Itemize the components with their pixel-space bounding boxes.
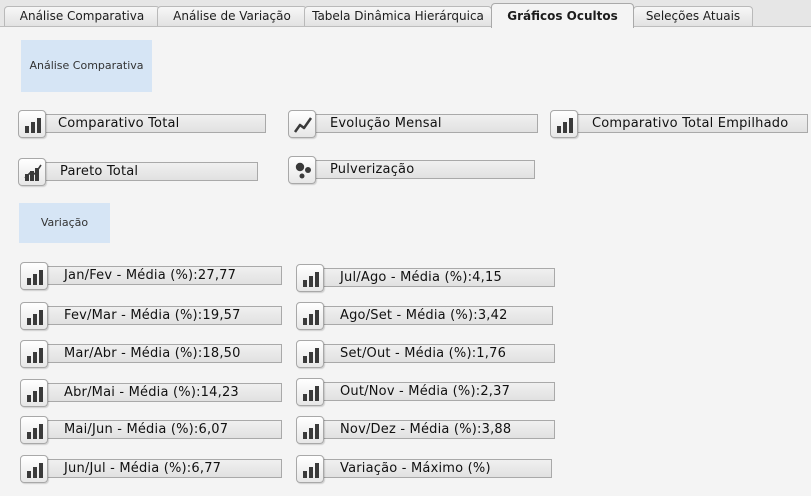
line-chart-icon[interactable] (288, 110, 316, 138)
tab-graficos-ocultos[interactable]: Gráficos Ocultos (491, 3, 634, 28)
bar-chart-icon[interactable] (20, 455, 48, 483)
minimized-chart-nov-dez[interactable]: Nov/Dez - Média (%):3,88 (296, 416, 555, 444)
chart-title: Comparativo Total Empilhado (592, 116, 789, 131)
chart-title: Pareto Total (60, 164, 139, 179)
pareto-chart-icon[interactable] (18, 158, 46, 186)
minimized-chart-mar-abr[interactable]: Mar/Abr - Média (%):18,50 (20, 340, 282, 368)
minimized-chart-set-out[interactable]: Set/Out - Média (%):1,76 (296, 340, 555, 368)
bar-chart-icon[interactable] (296, 378, 324, 406)
minimized-chart-jan-fev[interactable]: Jan/Fev - Média (%):27,77 (20, 262, 282, 290)
tab-tabela-dinamica[interactable]: Tabela Dinâmica Hierárquica (304, 6, 492, 26)
minimized-chart-comparativo-total[interactable]: Comparativo Total (18, 110, 266, 138)
bar-chart-icon[interactable] (20, 340, 48, 368)
chart-title: Abr/Mai - Média (%):14,23 (64, 385, 239, 400)
bar-chart-icon[interactable] (20, 302, 48, 330)
minimized-chart-pareto-total[interactable]: Pareto Total (18, 158, 258, 186)
section-label-analise-comparativa: Análise Comparativa (21, 40, 152, 92)
bar-chart-icon[interactable] (550, 110, 578, 138)
chart-title: Jan/Fev - Média (%):27,77 (64, 268, 237, 283)
bar-chart-icon[interactable] (296, 264, 324, 292)
minimized-chart-out-nov[interactable]: Out/Nov - Média (%):2,37 (296, 378, 555, 406)
chart-title: Comparativo Total (58, 116, 180, 131)
chart-title: Nov/Dez - Média (%):3,88 (340, 422, 512, 437)
chart-title: Evolução Mensal (330, 116, 442, 131)
minimized-chart-fev-mar[interactable]: Fev/Mar - Média (%):19,57 (20, 302, 282, 330)
minimized-chart-abr-mai[interactable]: Abr/Mai - Média (%):14,23 (20, 379, 282, 407)
bar-chart-icon[interactable] (296, 302, 324, 330)
bar-chart-icon[interactable] (20, 262, 48, 290)
bar-chart-icon[interactable] (296, 416, 324, 444)
chart-title: Pulverização (330, 162, 415, 177)
bar-chart-icon[interactable] (20, 416, 48, 444)
bar-chart-icon[interactable] (20, 379, 48, 407)
scatter-chart-icon[interactable] (288, 156, 316, 184)
chart-title: Mar/Abr - Média (%):18,50 (64, 346, 241, 361)
chart-title: Out/Nov - Média (%):2,37 (340, 384, 511, 399)
bar-chart-icon[interactable] (296, 340, 324, 368)
chart-title: Fev/Mar - Média (%):19,57 (64, 308, 241, 323)
minimized-chart-ago-set[interactable]: Ago/Set - Média (%):3,42 (296, 302, 553, 330)
minimized-chart-jul-ago[interactable]: Jul/Ago - Média (%):4,15 (296, 264, 555, 292)
minimized-chart-jun-jul[interactable]: Jun/Jul - Média (%):6,77 (20, 455, 282, 483)
minimized-chart-pulverizacao[interactable]: Pulverização (288, 156, 535, 184)
minimized-chart-variacao-maximo[interactable]: Variação - Máximo (%) (296, 455, 552, 483)
minimized-chart-mai-jun[interactable]: Mai/Jun - Média (%):6,07 (20, 416, 282, 444)
minimized-chart-comparativo-empilhado[interactable]: Comparativo Total Empilhado (550, 110, 808, 138)
tab-selecoes-atuais[interactable]: Seleções Atuais (633, 6, 753, 26)
chart-title: Mai/Jun - Média (%):6,07 (64, 422, 229, 437)
chart-title: Jul/Ago - Média (%):4,15 (340, 270, 502, 285)
chart-title: Variação - Máximo (%) (340, 461, 491, 476)
tab-analise-variacao[interactable]: Análise de Variação (157, 6, 307, 26)
bar-chart-icon[interactable] (18, 110, 46, 138)
chart-title: Set/Out - Média (%):1,76 (340, 346, 507, 361)
tab-analise-comparativa[interactable]: Análise Comparativa (4, 6, 160, 26)
chart-title: Ago/Set - Média (%):3,42 (340, 308, 508, 323)
sheet-tab-bar: Análise Comparativa Análise de Variação … (0, 0, 811, 28)
bar-chart-icon[interactable] (296, 455, 324, 483)
chart-caption-bar (22, 162, 258, 181)
minimized-chart-evolucao-mensal[interactable]: Evolução Mensal (288, 110, 538, 138)
section-label-variacao: Variação (19, 203, 110, 243)
chart-title: Jun/Jul - Média (%):6,77 (64, 461, 222, 476)
